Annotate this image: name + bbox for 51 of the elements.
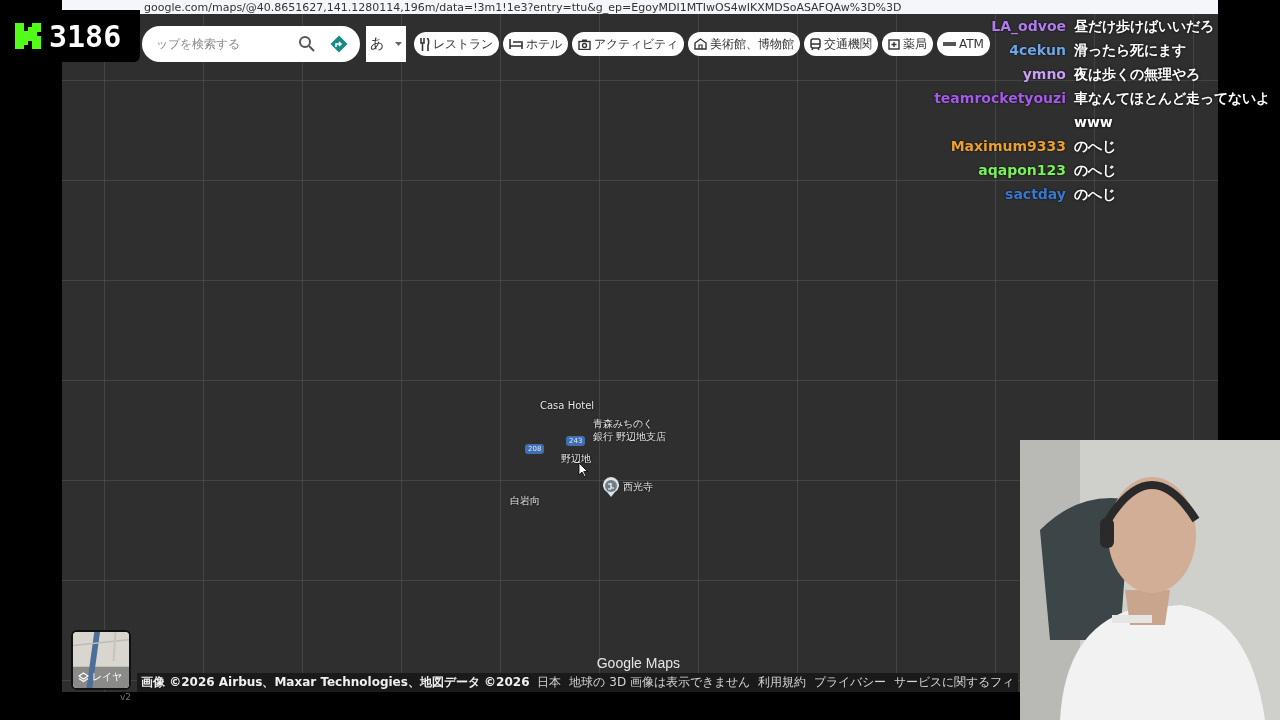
search-input[interactable]: ップを検索する (156, 37, 284, 51)
chat-message: 昼だけ歩けばいいだろ (1074, 17, 1215, 36)
chat-message: 夜は歩くの無理やろ (1074, 65, 1201, 84)
chat-message: のへじ (1074, 161, 1117, 180)
train-icon (810, 37, 821, 51)
category-chip[interactable]: 薬局 (882, 32, 933, 56)
building-icon (694, 38, 707, 50)
fork-knife-icon (420, 37, 430, 51)
footer-link[interactable]: 利用規約 (758, 674, 806, 691)
attribution-text: 画像 ©2026 Airbus、Maxar Technologies、地図データ ©2026 (141, 674, 530, 691)
mouse-cursor-icon (578, 462, 588, 477)
viewer-count: 3186 (49, 18, 122, 54)
layers-icon (78, 671, 89, 683)
chat-message: 車なんてほとんど走ってないよwww (1074, 89, 1271, 132)
chat-message: のへじ (1074, 137, 1117, 156)
search-field[interactable]: ップを検索する (142, 26, 360, 62)
map-label[interactable]: 西光寺 (623, 481, 653, 493)
map-label[interactable]: 青森みちのく (593, 418, 653, 430)
footer-link[interactable]: プライバシー (814, 674, 886, 691)
google-maps-logo: Google Maps (596, 655, 680, 671)
chat-username: Maximum9333 (950, 137, 1066, 156)
category-chip[interactable]: ホテル (503, 32, 568, 56)
logo-icon (15, 23, 41, 49)
map-label[interactable]: 白岩向 (510, 495, 540, 507)
map-label[interactable]: 野辺地 (561, 453, 591, 465)
chat-username: ymno (1022, 65, 1066, 84)
caret-icon (395, 42, 402, 46)
chat-username: sactday (1005, 185, 1066, 204)
footer-link[interactable]: 地球の 3D 画像は表示できません (569, 674, 750, 691)
search-icon[interactable] (298, 35, 316, 53)
pharmacy-icon (888, 38, 900, 50)
category-chip[interactable]: レストラン (414, 32, 499, 56)
footer-link[interactable]: 日本 (537, 674, 562, 691)
chat-username: 4cekun (1009, 41, 1066, 60)
chat-message: のへじ (1074, 185, 1117, 204)
bed-icon (509, 39, 523, 49)
category-chip[interactable]: 交通機関 (804, 32, 878, 56)
chat-message: 滑ったら死にます (1074, 41, 1187, 60)
category-chip[interactable]: ATM (937, 32, 990, 56)
version-label: v2 (119, 692, 131, 702)
map-label[interactable]: Casa Hotel (540, 400, 595, 412)
temple-pin-icon[interactable] (602, 477, 620, 497)
category-chip[interactable]: アクティビティ (572, 32, 684, 56)
category-chip[interactable]: 美術館、博物館 (688, 32, 800, 56)
input-mode-dropdown[interactable]: あ (366, 26, 406, 62)
chat-username: aqapon123 (978, 161, 1066, 180)
camera-icon (578, 38, 591, 50)
chat-username: LA_odvoe (991, 17, 1066, 37)
chat-username: teamrocketyouzi (934, 89, 1066, 108)
footer-link[interactable]: サービスに関するフィ (894, 674, 1014, 691)
map-label[interactable]: 銀行 野辺地支店 (593, 431, 667, 443)
